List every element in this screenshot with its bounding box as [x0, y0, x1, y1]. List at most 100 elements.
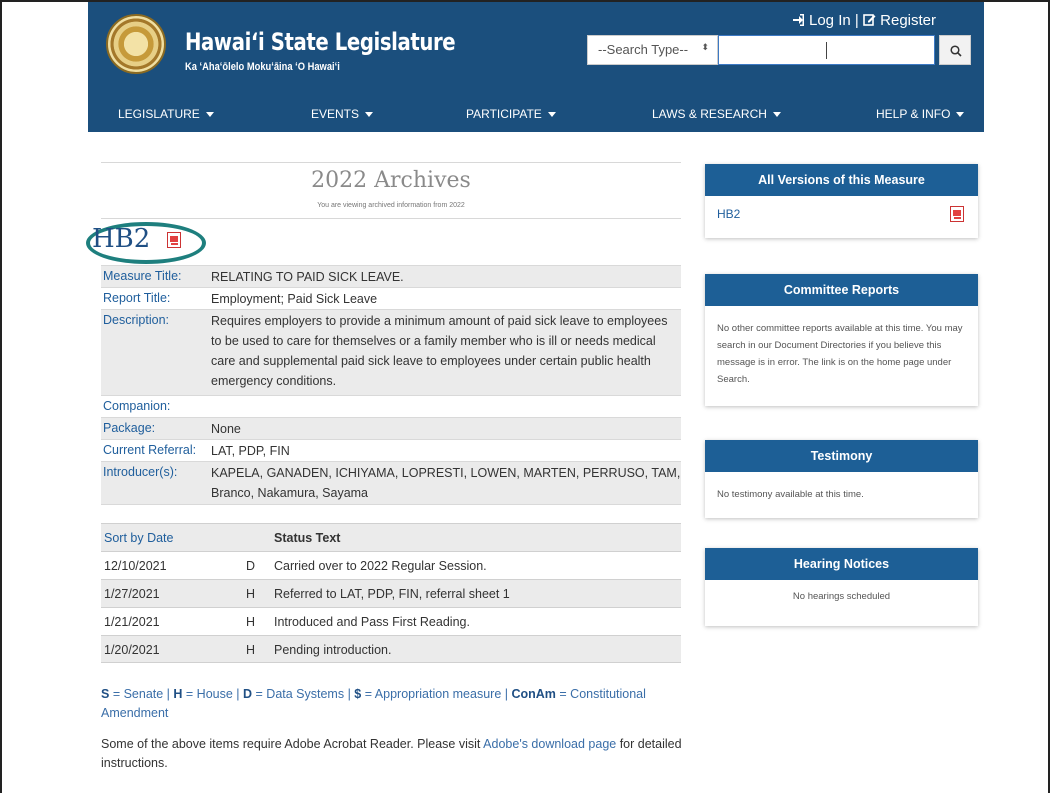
site-title[interactable]: Hawaiʻi State Legislature	[185, 28, 456, 56]
status-chamber: D	[246, 559, 256, 573]
nav-label: PARTICIPATE	[466, 107, 542, 121]
table-row: 1/27/2021 H Referred to LAT, PDP, FIN, r…	[101, 579, 681, 607]
legend-text: = Appropriation measure |	[361, 687, 512, 701]
table-row: 1/21/2021 H Introduced and Pass First Re…	[101, 607, 681, 635]
nav-label: LEGISLATURE	[118, 107, 200, 121]
detail-value: LAT, PDP, FIN	[211, 444, 290, 458]
testimony-card: Testimony No testimony available at this…	[705, 440, 978, 518]
measure-id: HB2	[92, 224, 151, 254]
status-header-row: Sort by Date Status Text	[101, 523, 681, 551]
acrobat-note: Some of the above items require Adobe Ac…	[101, 735, 701, 773]
detail-label: Measure Title:	[103, 269, 182, 283]
detail-label: Companion:	[103, 399, 171, 413]
versions-card: All Versions of this Measure HB2	[705, 164, 978, 238]
nav-label: EVENTS	[311, 107, 360, 121]
nav-events[interactable]: EVENTS	[311, 107, 374, 121]
status-text-header: Status Text	[274, 531, 341, 545]
card-title: Testimony	[705, 440, 978, 472]
status-date: 1/21/2021	[104, 615, 160, 629]
card-body: HB2	[705, 196, 978, 234]
version-link-hb2[interactable]: HB2	[717, 207, 740, 221]
nav-help-info[interactable]: HELP & INFO	[876, 107, 965, 121]
text-cursor	[826, 42, 827, 59]
legend: S = Senate | H = House | D = Data System…	[101, 685, 701, 723]
nav-label: LAWS & RESEARCH	[652, 107, 767, 121]
divider	[101, 218, 681, 219]
nav-laws-research[interactable]: LAWS & RESEARCH	[652, 107, 781, 121]
detail-row-package: Package: None	[101, 417, 681, 439]
status-text: Introduced and Pass First Reading.	[274, 615, 470, 629]
state-seal-logo[interactable]	[106, 14, 166, 74]
search-type-value: --Search Type--	[598, 42, 689, 57]
login-link[interactable]: Log In	[809, 12, 851, 29]
table-row: 12/10/2021 D Carried over to 2022 Regula…	[101, 551, 681, 579]
status-chamber: H	[246, 615, 256, 629]
card-title: All Versions of this Measure	[705, 164, 978, 196]
detail-row-report-title: Report Title: Employment; Paid Sick Leav…	[101, 287, 681, 309]
sign-in-icon	[792, 12, 809, 29]
search-type-select[interactable]: --Search Type-- ⬍	[587, 35, 718, 65]
pdf-icon[interactable]	[950, 206, 964, 222]
archive-title: 2022 Archives	[311, 168, 471, 193]
chevron-down-icon	[547, 112, 556, 118]
legend-key: ConAm	[511, 687, 556, 701]
status-date: 12/10/2021	[104, 559, 167, 573]
sort-by-date-link[interactable]: Sort by Date	[104, 531, 173, 545]
pdf-icon[interactable]	[167, 232, 181, 248]
status-date: 1/27/2021	[104, 587, 160, 601]
status-chamber: H	[246, 643, 256, 657]
card-body: No testimony available at this time.	[717, 489, 864, 500]
note-text: Some of the above items require Adobe Ac…	[101, 737, 484, 751]
card-body: No other committee reports available at …	[717, 323, 963, 385]
detail-value: RELATING TO PAID SICK LEAVE.	[211, 270, 404, 284]
select-arrows-icon: ⬍	[701, 42, 709, 52]
detail-row-companion: Companion:	[101, 395, 681, 417]
site-subtitle: Ka ʻAhaʻōlelo Mokuʻāina ʻO Hawaiʻi	[185, 61, 340, 73]
detail-row-introducers: Introducer(s): KAPELA, GANADEN, ICHIYAMA…	[101, 461, 681, 505]
detail-label: Current Referral:	[103, 443, 197, 457]
detail-row-description: Description: Requires employers to provi…	[101, 309, 681, 395]
detail-value: None	[211, 422, 241, 436]
card-body: No hearings scheduled	[792, 591, 891, 602]
status-text: Pending introduction.	[274, 643, 392, 657]
detail-value: KAPELA, GANADEN, ICHIYAMA, LOPRESTI, LOW…	[211, 466, 681, 500]
legend-text: = Data Systems |	[252, 687, 355, 701]
committee-reports-card: Committee Reports No other committee rep…	[705, 274, 978, 406]
auth-links: Log In | Register	[792, 12, 936, 29]
legend-text: = Senate |	[109, 687, 174, 701]
nav-label: HELP & INFO	[876, 107, 951, 121]
edit-icon	[863, 12, 880, 29]
status-chamber: H	[246, 587, 256, 601]
chevron-down-icon	[365, 112, 374, 118]
search-icon	[950, 45, 962, 57]
status-text: Carried over to 2022 Regular Session.	[274, 559, 487, 573]
detail-value: Requires employers to provide a minimum …	[211, 314, 668, 388]
detail-row-current-referral: Current Referral: LAT, PDP, FIN	[101, 439, 681, 461]
status-date: 1/20/2021	[104, 643, 160, 657]
card-title: Committee Reports	[705, 274, 978, 306]
hearing-notices-card: Hearing Notices No hearings scheduled	[705, 548, 978, 626]
detail-value: Employment; Paid Sick Leave	[211, 292, 378, 306]
archive-subtitle: You are viewing archived information fro…	[317, 202, 465, 209]
divider	[101, 162, 681, 163]
legend-text: = House |	[182, 687, 244, 701]
site-header: Hawaiʻi State Legislature Ka ʻAhaʻōlelo …	[88, 2, 984, 132]
detail-label: Introducer(s):	[103, 465, 178, 479]
detail-label: Package:	[103, 421, 156, 435]
register-link[interactable]: Register	[880, 12, 936, 29]
detail-label: Report Title:	[103, 291, 171, 305]
chevron-down-icon	[772, 112, 781, 118]
legend-key: D	[243, 687, 253, 701]
nav-participate[interactable]: PARTICIPATE	[466, 107, 556, 121]
nav-legislature[interactable]: LEGISLATURE	[118, 107, 214, 121]
search-input[interactable]	[718, 35, 935, 65]
detail-row-measure-title: Measure Title: RELATING TO PAID SICK LEA…	[101, 265, 681, 287]
table-row: 1/20/2021 H Pending introduction.	[101, 635, 681, 663]
card-title: Hearing Notices	[705, 548, 978, 580]
detail-label: Description:	[103, 313, 169, 327]
search-button[interactable]	[939, 35, 971, 65]
separator: |	[854, 12, 863, 29]
adobe-download-link[interactable]: Adobe's download page	[483, 737, 616, 751]
chevron-down-icon	[956, 112, 965, 118]
chevron-down-icon	[205, 112, 214, 118]
